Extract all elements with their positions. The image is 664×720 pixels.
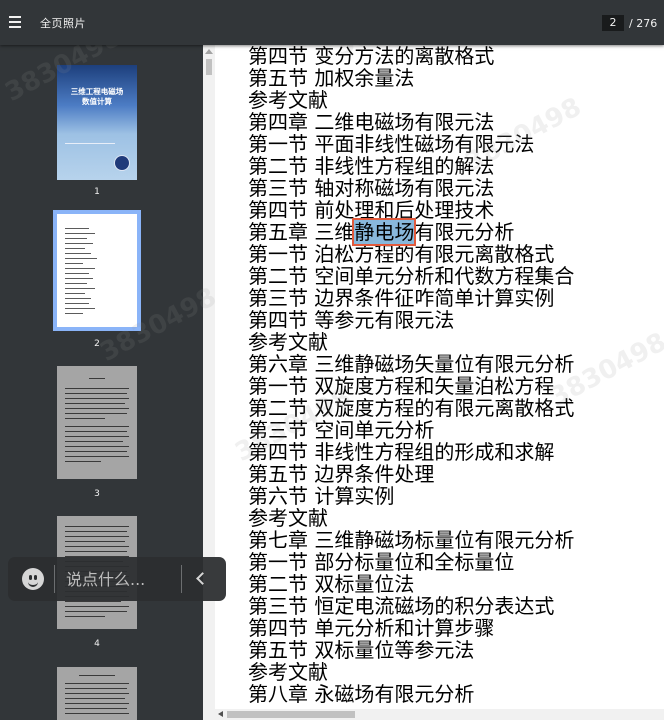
toc-line: 第五节 双标量位等参元法: [248, 638, 475, 662]
thumbnail-number: 1: [94, 187, 100, 197]
comment-bar: [8, 557, 226, 601]
document-title: 全页照片: [40, 17, 86, 30]
divider: [54, 565, 55, 593]
scroll-left-icon[interactable]: [218, 711, 223, 717]
page-thumbnail[interactable]: [57, 667, 137, 720]
publisher-logo-icon: [114, 155, 130, 171]
toc-line: 第一节 部分标量位和全标量位: [248, 550, 515, 574]
cover-title-line2: 数值计算: [82, 97, 112, 106]
toc-line: 第二节 双旋度方程的有限元离散格式: [248, 396, 575, 420]
toc-line: 第三节 轴对称磁场有限元法: [248, 176, 495, 200]
menu-icon[interactable]: [9, 16, 21, 28]
page-thumbnail[interactable]: [57, 366, 137, 479]
toc-line: 第四节 前处理和后处理技术: [248, 198, 495, 222]
toc-line: 第三节 边界条件征咋简单计算实例: [248, 286, 555, 310]
toc-text: 第五章 三维: [248, 220, 355, 244]
toc-line: 第四节 单元分析和计算步骤: [248, 616, 495, 640]
table-of-contents: 第四节 变分方法的离散格式 第五节 加权余量法 参考文献 第四章 二维电磁场有限元法第…: [248, 45, 664, 705]
horizontal-scrollbar[interactable]: [215, 709, 664, 720]
toc-line: 参考文献: [248, 506, 328, 530]
toc-line: 第四章 二维电磁场有限元法: [248, 110, 495, 134]
toc-line: 第二节 空间单元分析和代数方程集合: [248, 264, 575, 288]
document-viewer[interactable]: 第四节 变分方法的离散格式 第五节 加权余量法 参考文献 第四章 二维电磁场有限元法第…: [203, 45, 664, 720]
toc-line: 第三节 恒定电流磁场的积分表达式: [248, 594, 555, 618]
toc-line: 参考文献: [248, 88, 328, 112]
toc-line: 第七章 三维静磁场标量位有限元分析: [248, 528, 575, 552]
toc-line: 第六章 三维静磁场矢量位有限元分析: [248, 352, 575, 376]
top-toolbar: 全页照片 / 276: [0, 0, 664, 45]
cover-image: 三维工程电磁场 数值计算: [57, 65, 137, 180]
toc-line: 第二节 双标量位法: [248, 572, 415, 596]
toc-line: 第八章 永磁场有限元分析: [248, 682, 475, 706]
cover-author-text: [65, 143, 129, 146]
scroll-up-icon[interactable]: [205, 49, 213, 54]
divider: [181, 565, 182, 593]
emoji-icon[interactable]: [22, 568, 44, 590]
page-thumbnail[interactable]: [53, 210, 141, 331]
toc-line: 第六节 计算实例: [248, 484, 395, 508]
toc-line-selected: 第五章 三维静电场有限元分析: [248, 218, 664, 246]
text-selection[interactable]: 静电场: [352, 218, 417, 246]
toc-text: 有限元分析: [414, 220, 515, 244]
thumbnail-number: 4: [94, 639, 100, 649]
toc-line: 第五节 加权余量法: [248, 66, 415, 90]
toc-line: 第三节 空间单元分析: [248, 418, 435, 442]
toc-line: 第四节 变分方法的离散格式: [248, 45, 495, 68]
toc-line: 参考文献: [248, 330, 328, 354]
toc-line: 第五节 边界条件处理: [248, 462, 435, 486]
vertical-scrollbar[interactable]: [203, 45, 215, 720]
page-number-input[interactable]: [602, 15, 624, 31]
toc-line: 第一节 平面非线性磁场有限元法: [248, 132, 535, 156]
scrollbar-thumb[interactable]: [206, 59, 212, 75]
cover-title-line1: 三维工程电磁场: [70, 87, 124, 96]
collapse-chevron-icon[interactable]: [196, 572, 209, 585]
comment-input[interactable]: [66, 568, 176, 590]
page-total: / 276: [629, 17, 658, 30]
toc-line: 参考文献: [248, 660, 328, 684]
toc-line: 第一节 泊松方程的有限元离散格式: [248, 242, 555, 266]
toc-line: 第一节 双旋度方程和矢量泊松方程: [248, 374, 555, 398]
thumbnail-number: 2: [94, 339, 100, 349]
toc-line: 第四节 等参元有限元法: [248, 308, 455, 332]
thumbnail-number: 3: [94, 489, 100, 499]
scrollbar-thumb[interactable]: [227, 711, 355, 718]
toc-line: 第四节 非线性方程组的形成和求解: [248, 440, 555, 464]
page-thumbnail[interactable]: 三维工程电磁场 数值计算: [57, 65, 137, 180]
thumbnail-sidebar: 三维工程电磁场 数值计算 1 2 3 4: [0, 45, 203, 720]
toc-line: 第二节 非线性方程组的解法: [248, 154, 495, 178]
